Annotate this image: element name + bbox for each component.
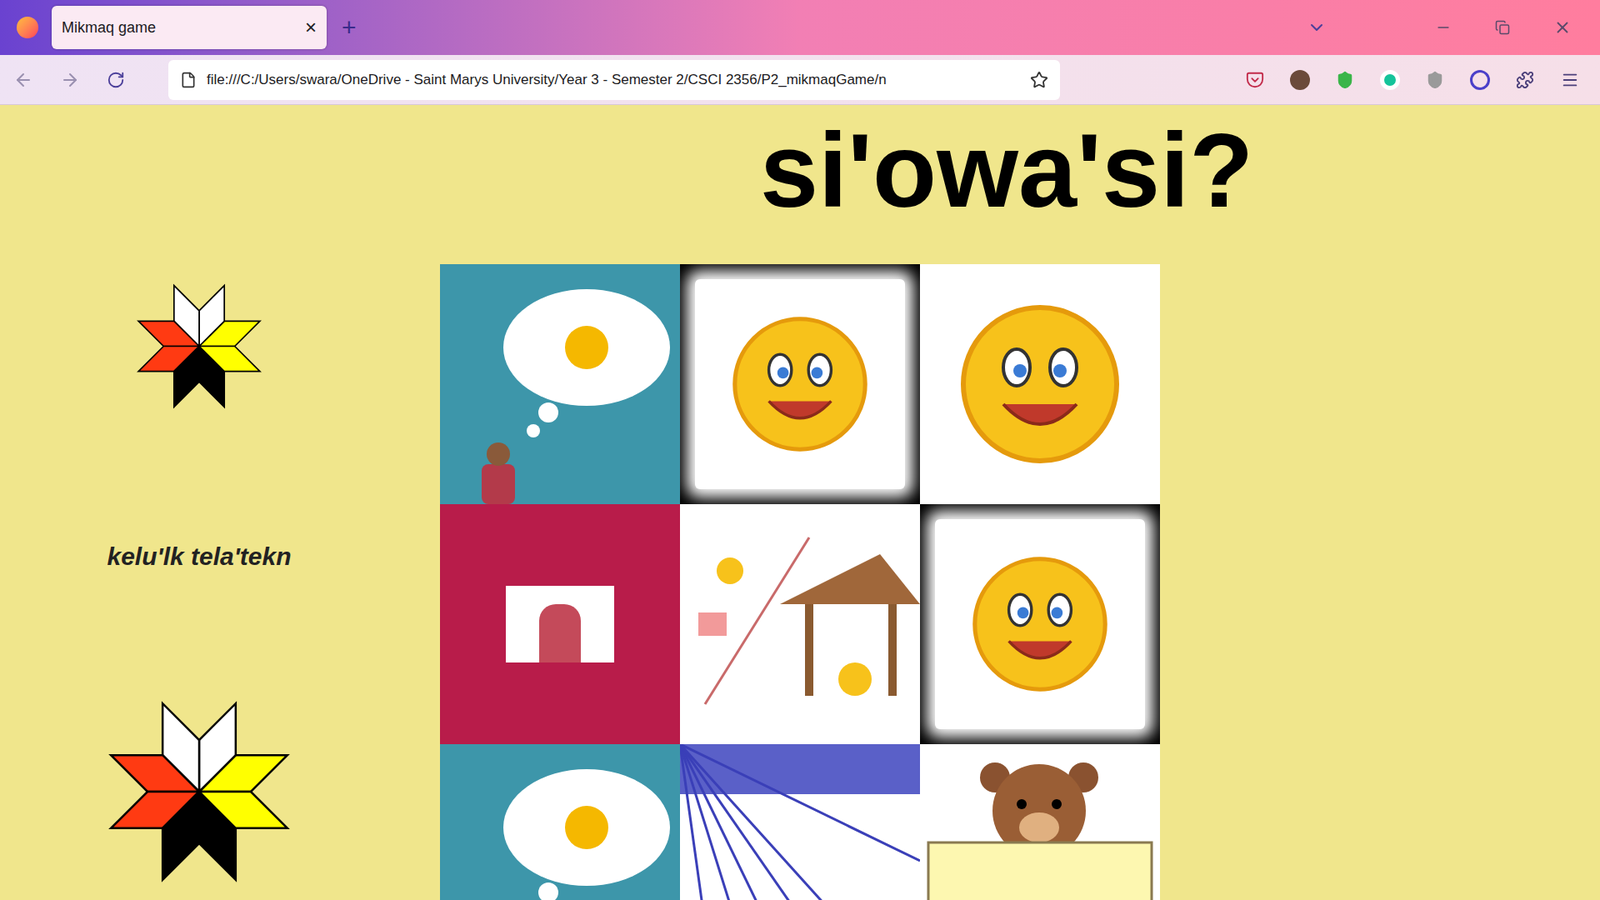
minimize-icon[interactable] <box>1435 19 1452 36</box>
game-card[interactable] <box>920 264 1160 505</box>
game-card[interactable] <box>680 504 920 745</box>
thought-picture-icon <box>440 264 680 505</box>
page-icon <box>180 71 197 89</box>
game-title: si'owa'si? <box>760 118 1254 224</box>
extension-button[interactable] <box>1238 63 1272 97</box>
extension-button[interactable] <box>1418 63 1452 97</box>
restore-icon[interactable] <box>1495 20 1510 35</box>
game-card[interactable] <box>680 264 920 505</box>
browser-tab[interactable]: Mikmaq game × <box>51 5 327 50</box>
mikmaq-star-icon <box>82 683 316 900</box>
forward-icon[interactable] <box>60 70 80 90</box>
game-card[interactable] <box>440 504 680 745</box>
extension-button[interactable] <box>1508 63 1542 97</box>
nav-bar: file:///C:/Users/swara/OneDrive - Saint … <box>0 55 1600 105</box>
bookmark-star-icon[interactable] <box>1030 70 1049 90</box>
new-tab-button[interactable]: + <box>333 15 365 40</box>
tab-list-icon[interactable] <box>1306 17 1327 38</box>
caption: kelu'lk tela'tekn <box>106 537 291 575</box>
card-grid <box>440 264 1160 900</box>
extension-button[interactable] <box>1283 63 1317 97</box>
page: kelu'lk tela'tekn si'owa'si? <box>0 105 1600 900</box>
firefox-icon <box>16 16 39 39</box>
ring-icon <box>1470 70 1490 90</box>
extension-button[interactable] <box>1328 63 1362 97</box>
pocket-icon <box>1245 70 1265 90</box>
emoji-icon <box>729 313 871 455</box>
mikmaq-star-icon <box>82 271 316 421</box>
avatar-icon <box>1290 70 1310 90</box>
lines-picture-icon <box>680 744 920 900</box>
app: Mikmaq game × + file:///C:/Users/swara/OneD… <box>0 0 1600 900</box>
emoji-icon <box>969 553 1111 695</box>
left-column: kelu'lk tela'tekn <box>0 105 440 900</box>
game-card[interactable] <box>920 744 1160 900</box>
shield-icon <box>1335 70 1355 90</box>
url-text: file:///C:/Users/swara/OneDrive - Saint … <box>206 69 1020 91</box>
menu-icon <box>1560 70 1580 90</box>
extension-button[interactable] <box>1373 63 1407 97</box>
game-card[interactable] <box>920 504 1160 745</box>
game-column: si'owa'si? <box>440 105 1254 900</box>
drawing-picture-icon <box>680 504 920 745</box>
shield-icon <box>1425 70 1445 90</box>
back-icon[interactable] <box>13 70 34 90</box>
emoji-icon <box>956 300 1124 468</box>
game-card[interactable] <box>440 744 680 900</box>
game-card[interactable] <box>440 264 680 505</box>
thought-picture-icon <box>440 744 680 900</box>
tab-bar: Mikmaq game × + <box>0 0 1600 55</box>
tab-close[interactable]: × <box>305 17 317 38</box>
extensions <box>1238 63 1587 97</box>
grammarly-icon <box>1380 70 1400 90</box>
reload-icon[interactable] <box>106 70 125 90</box>
tab-label: Mikmaq game <box>61 16 299 40</box>
bear-picture-icon <box>920 744 1160 900</box>
extension-button[interactable] <box>1553 63 1587 97</box>
puzzle-icon <box>1515 70 1535 90</box>
game-card[interactable] <box>680 744 920 900</box>
url-field[interactable]: file:///C:/Users/swara/OneDrive - Saint … <box>168 60 1060 100</box>
extension-button[interactable] <box>1463 63 1497 97</box>
close-window-icon[interactable] <box>1553 18 1572 37</box>
